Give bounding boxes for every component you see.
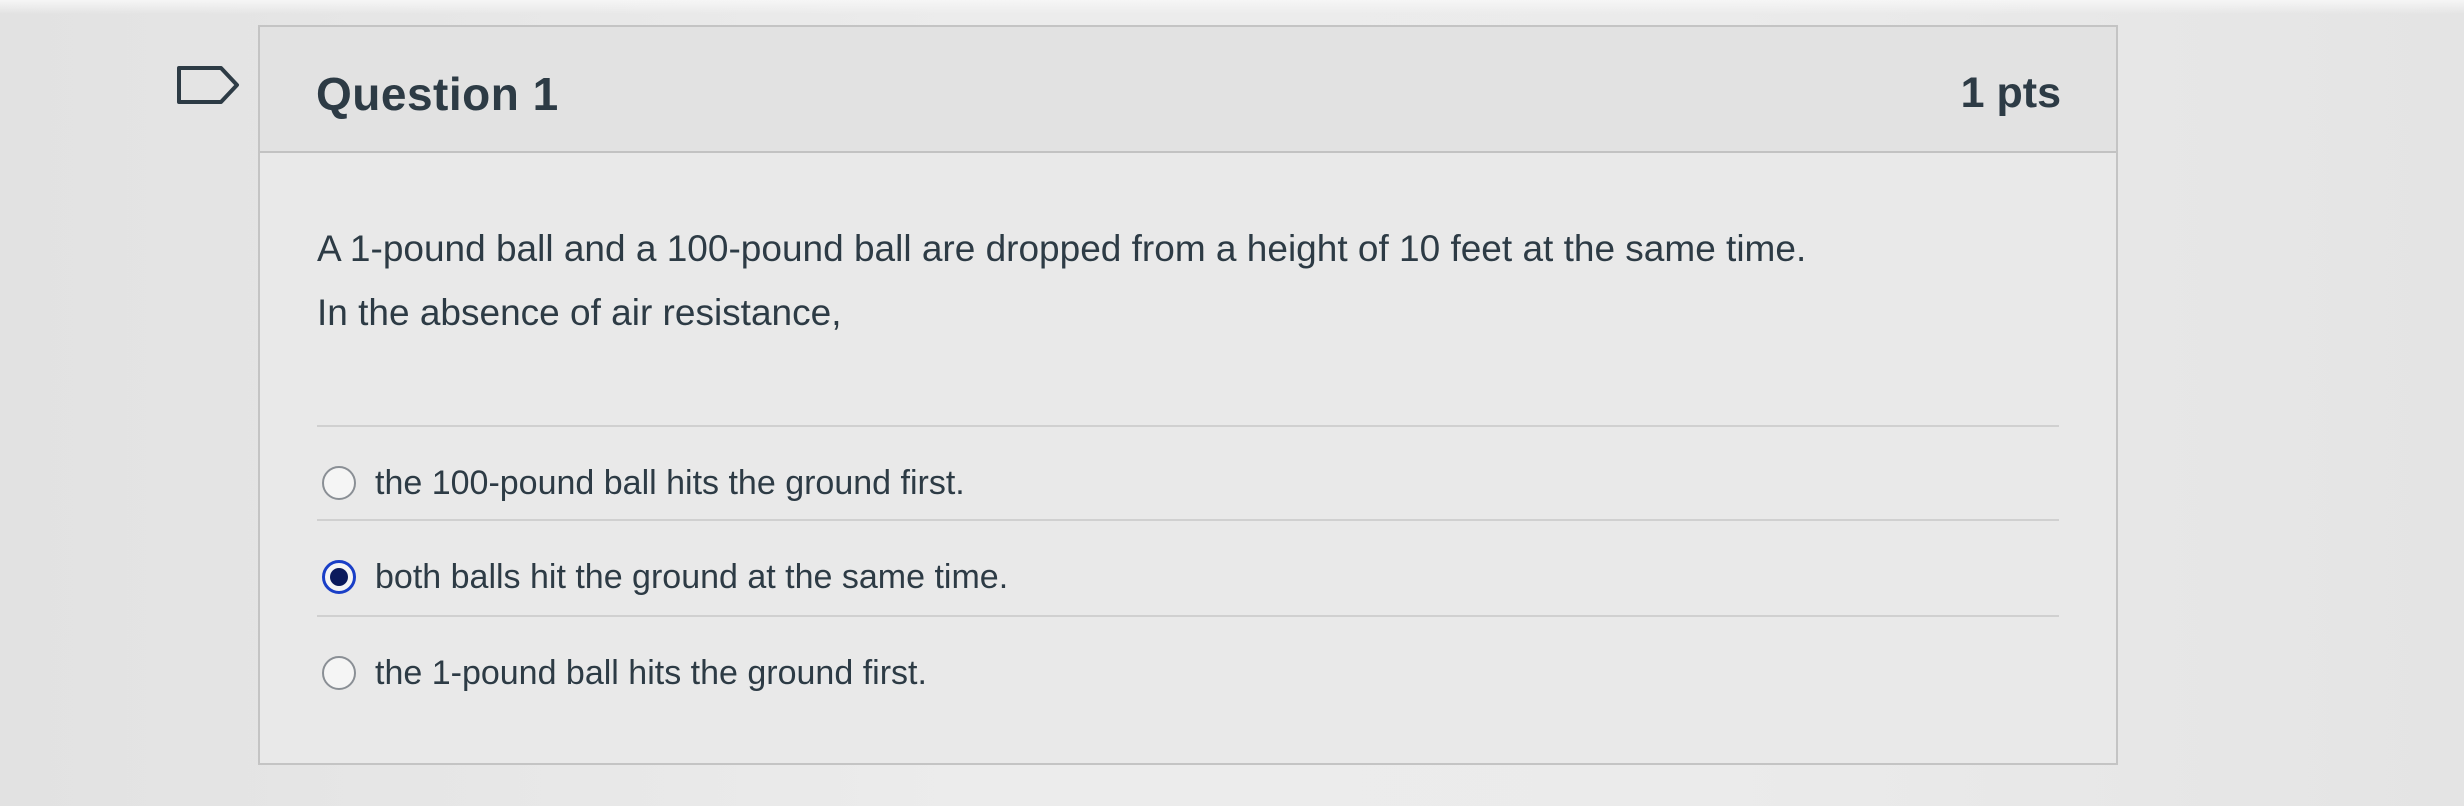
answers-top-divider: [317, 425, 2059, 427]
answer-label: the 1-pound ball hits the ground first.: [375, 653, 927, 692]
radio-button-selected[interactable]: [322, 560, 356, 594]
question-text-line-2: In the absence of air resistance,: [317, 292, 842, 333]
question-text-line-1: A 1-pound ball and a 100-pound ball are …: [317, 228, 1807, 269]
answer-option-3[interactable]: the 1-pound ball hits the ground first.: [322, 643, 927, 703]
question-text: A 1-pound ball and a 100-pound ball are …: [317, 228, 2077, 345]
page-background-shade: [0, 0, 2464, 14]
answer-label: both balls hit the ground at the same ti…: [375, 557, 1009, 596]
question-title: Question 1: [316, 68, 559, 120]
question-points: 1 pts: [1960, 69, 2061, 117]
answer-divider: [317, 615, 2059, 617]
answer-divider: [317, 519, 2059, 521]
question-header: Question 1 1 pts: [260, 27, 2116, 153]
question-card: Question 1 1 pts A 1-pound ball and a 10…: [258, 25, 2118, 765]
answer-option-2[interactable]: both balls hit the ground at the same ti…: [322, 547, 1008, 607]
radio-button-unselected[interactable]: [322, 656, 356, 690]
answer-option-1[interactable]: the 100-pound ball hits the ground first…: [322, 453, 965, 513]
answer-label: the 100-pound ball hits the ground first…: [375, 463, 965, 502]
radio-button-unselected[interactable]: [322, 466, 356, 500]
flag-question-icon[interactable]: [175, 64, 241, 106]
